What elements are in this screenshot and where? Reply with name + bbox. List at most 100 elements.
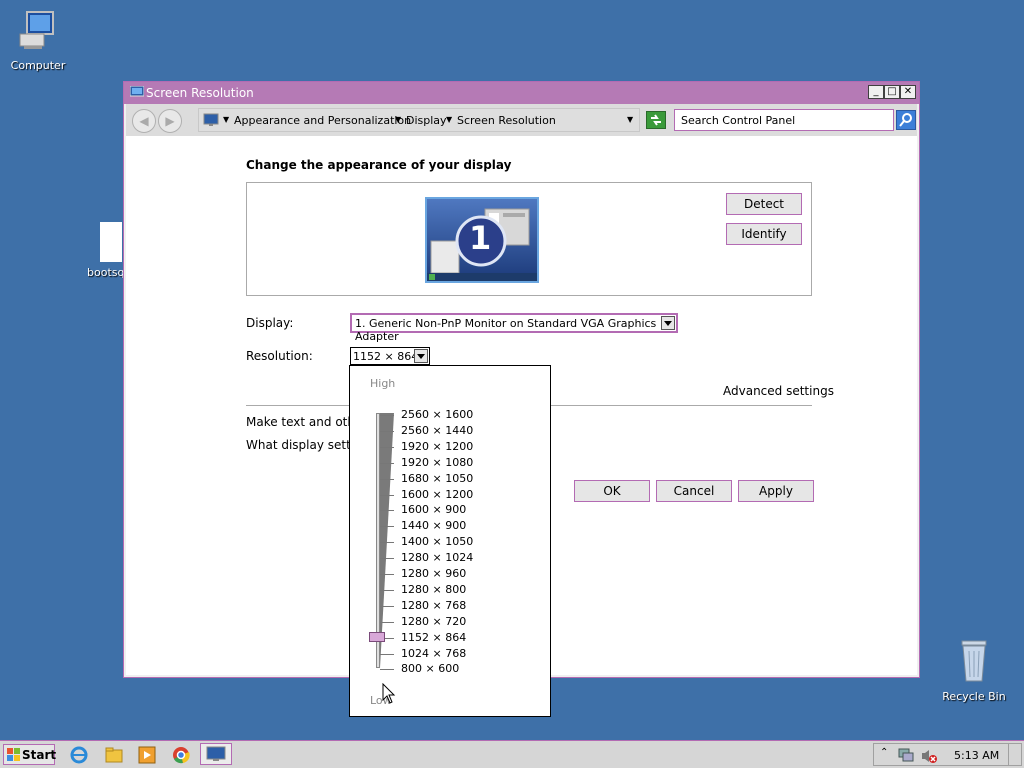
resolution-option[interactable]: 2560 × 1600 [380, 407, 540, 423]
resolution-option[interactable]: 1280 × 768 [380, 598, 540, 614]
resolution-option-label: 1680 × 1050 [401, 471, 474, 485]
computer-desktop-icon[interactable]: Computer [3, 8, 73, 72]
slider-tick [380, 494, 394, 496]
control-panel-icon [130, 86, 144, 97]
computer-icon [19, 11, 54, 49]
breadcrumb-screen-resolution[interactable]: Screen Resolution [457, 114, 556, 127]
start-label: Start [22, 748, 57, 762]
resolution-option[interactable]: 1920 × 1080 [380, 455, 540, 471]
minimize-button[interactable]: _ [868, 85, 884, 99]
resolution-option-label: 1440 × 900 [401, 519, 467, 533]
high-label: High [370, 377, 396, 390]
volume-muted-icon[interactable] [920, 748, 938, 764]
resolution-option[interactable]: 1400 × 1050 [380, 534, 540, 550]
slider-tick [380, 669, 394, 671]
resolution-slider-thumb[interactable] [369, 632, 385, 642]
resolution-option[interactable]: 1600 × 900 [380, 502, 540, 518]
search-button[interactable] [896, 110, 916, 130]
resolution-option-label: 800 × 600 [401, 662, 460, 676]
close-button[interactable]: ✕ [900, 85, 916, 99]
tray-expand-icon[interactable]: ⌃ [880, 747, 888, 758]
resolution-option-label: 1920 × 1200 [401, 439, 474, 453]
file-explorer-icon[interactable] [105, 746, 123, 764]
back-button[interactable]: ◀ [132, 109, 156, 133]
slider-tick [380, 542, 394, 544]
slider-tick [380, 446, 394, 448]
windows-logo-icon [7, 748, 20, 761]
monitor-1-preview[interactable]: 1 [425, 197, 539, 283]
recycle-bin-label: Recycle Bin [942, 690, 1006, 703]
internet-explorer-icon[interactable] [70, 746, 88, 764]
breadcrumb-arrow-icon[interactable]: ▼ [395, 115, 401, 124]
resolution-option[interactable]: 1920 × 1200 [380, 439, 540, 455]
resolution-option-label: 2560 × 1600 [401, 408, 474, 421]
system-tray: ⌃ 5:13 AM [873, 743, 1022, 766]
slider-tick [380, 589, 394, 591]
slider-tick [380, 558, 394, 560]
detect-button[interactable]: Detect [726, 193, 802, 215]
resolution-option-label: 1280 × 768 [401, 598, 467, 612]
show-desktop-button[interactable] [1008, 744, 1021, 765]
resolution-option[interactable]: 1680 × 1050 [380, 471, 540, 487]
resolution-option-label: 1400 × 1050 [401, 535, 474, 549]
address-dropdown-icon[interactable]: ▼ [627, 115, 633, 124]
media-player-icon[interactable] [138, 746, 156, 764]
resolution-option[interactable]: 1280 × 1024 [380, 550, 540, 566]
slider-tick [380, 574, 394, 575]
slider-tick [380, 478, 394, 480]
resolution-option-label: 1280 × 720 [401, 614, 467, 628]
breadcrumb-arrow-icon[interactable]: ▼ [223, 115, 229, 124]
resolution-option[interactable]: 2560 × 1440 [380, 423, 540, 439]
chevron-down-icon[interactable] [414, 349, 428, 363]
resolution-option[interactable]: 1280 × 800 [380, 582, 540, 598]
forward-button[interactable]: ▶ [158, 109, 182, 133]
screen-resolution-taskbar-button[interactable] [200, 743, 232, 765]
maximize-icon: □ [887, 86, 897, 97]
title-bar[interactable]: Screen Resolution _ □ ✕ [124, 82, 919, 104]
start-button[interactable]: Start [3, 744, 57, 765]
refresh-button[interactable] [646, 111, 666, 129]
resolution-option[interactable]: 1280 × 720 [380, 614, 540, 630]
resolution-option[interactable]: 1024 × 768 [380, 646, 540, 662]
display-value: 1. Generic Non-PnP Monitor on Standard V… [355, 317, 657, 343]
navigation-bar: ◀ ▶ ▼ Appearance and Personalization ▼ D… [126, 104, 917, 136]
breadcrumb-appearance[interactable]: Appearance and Personalization [234, 114, 411, 127]
breadcrumb-display[interactable]: Display [406, 114, 447, 127]
address-bar[interactable]: ▼ Appearance and Personalization ▼ Displ… [198, 108, 640, 132]
window-title: Screen Resolution [146, 86, 254, 100]
search-icon [899, 113, 912, 127]
search-input[interactable]: Search Control Panel [674, 109, 894, 131]
resolution-option-label: 1600 × 900 [401, 503, 467, 517]
resolution-value: 1152 × 864 [353, 350, 419, 363]
resolution-option-label: 1280 × 960 [401, 567, 467, 580]
ok-button[interactable]: OK [574, 480, 650, 502]
chevron-down-icon[interactable] [661, 316, 675, 330]
resolution-option-label: 1152 × 864 [401, 630, 467, 644]
recycle-bin-desktop-icon[interactable]: Recycle Bin [939, 637, 1009, 703]
taskbar: Start ⌃ 5:13 AM [0, 740, 1024, 768]
back-arrow-icon: ◀ [139, 114, 149, 128]
display-select[interactable]: 1. Generic Non-PnP Monitor on Standard V… [350, 313, 678, 343]
resolution-option[interactable]: 1280 × 960 [380, 566, 540, 582]
apply-button[interactable]: Apply [738, 480, 814, 502]
file-icon [100, 222, 122, 262]
breadcrumb-arrow-icon[interactable]: ▼ [446, 115, 452, 124]
resolution-option[interactable]: 1600 × 1200 [380, 487, 540, 503]
chrome-icon[interactable] [172, 746, 190, 764]
resolution-option[interactable]: 800 × 600 [380, 661, 540, 677]
slider-tick [380, 653, 394, 655]
forward-arrow-icon: ▶ [165, 114, 175, 128]
display-icon [203, 113, 219, 126]
cancel-button[interactable]: Cancel [656, 480, 732, 502]
resolution-option[interactable]: 1152 × 864 [380, 630, 540, 646]
advanced-settings-link[interactable]: Advanced settings [723, 384, 834, 398]
network-icon[interactable] [898, 748, 914, 762]
identify-button[interactable]: Identify [726, 223, 802, 245]
clock[interactable]: 5:13 AM [954, 749, 999, 762]
maximize-button[interactable]: □ [884, 85, 900, 99]
resolution-select[interactable]: 1152 × 864 [350, 347, 430, 365]
resolution-option[interactable]: 1440 × 900 [380, 518, 540, 534]
search-placeholder: Search Control Panel [681, 114, 796, 127]
resolution-option-label: 1280 × 1024 [401, 551, 474, 565]
close-icon: ✕ [903, 86, 913, 97]
